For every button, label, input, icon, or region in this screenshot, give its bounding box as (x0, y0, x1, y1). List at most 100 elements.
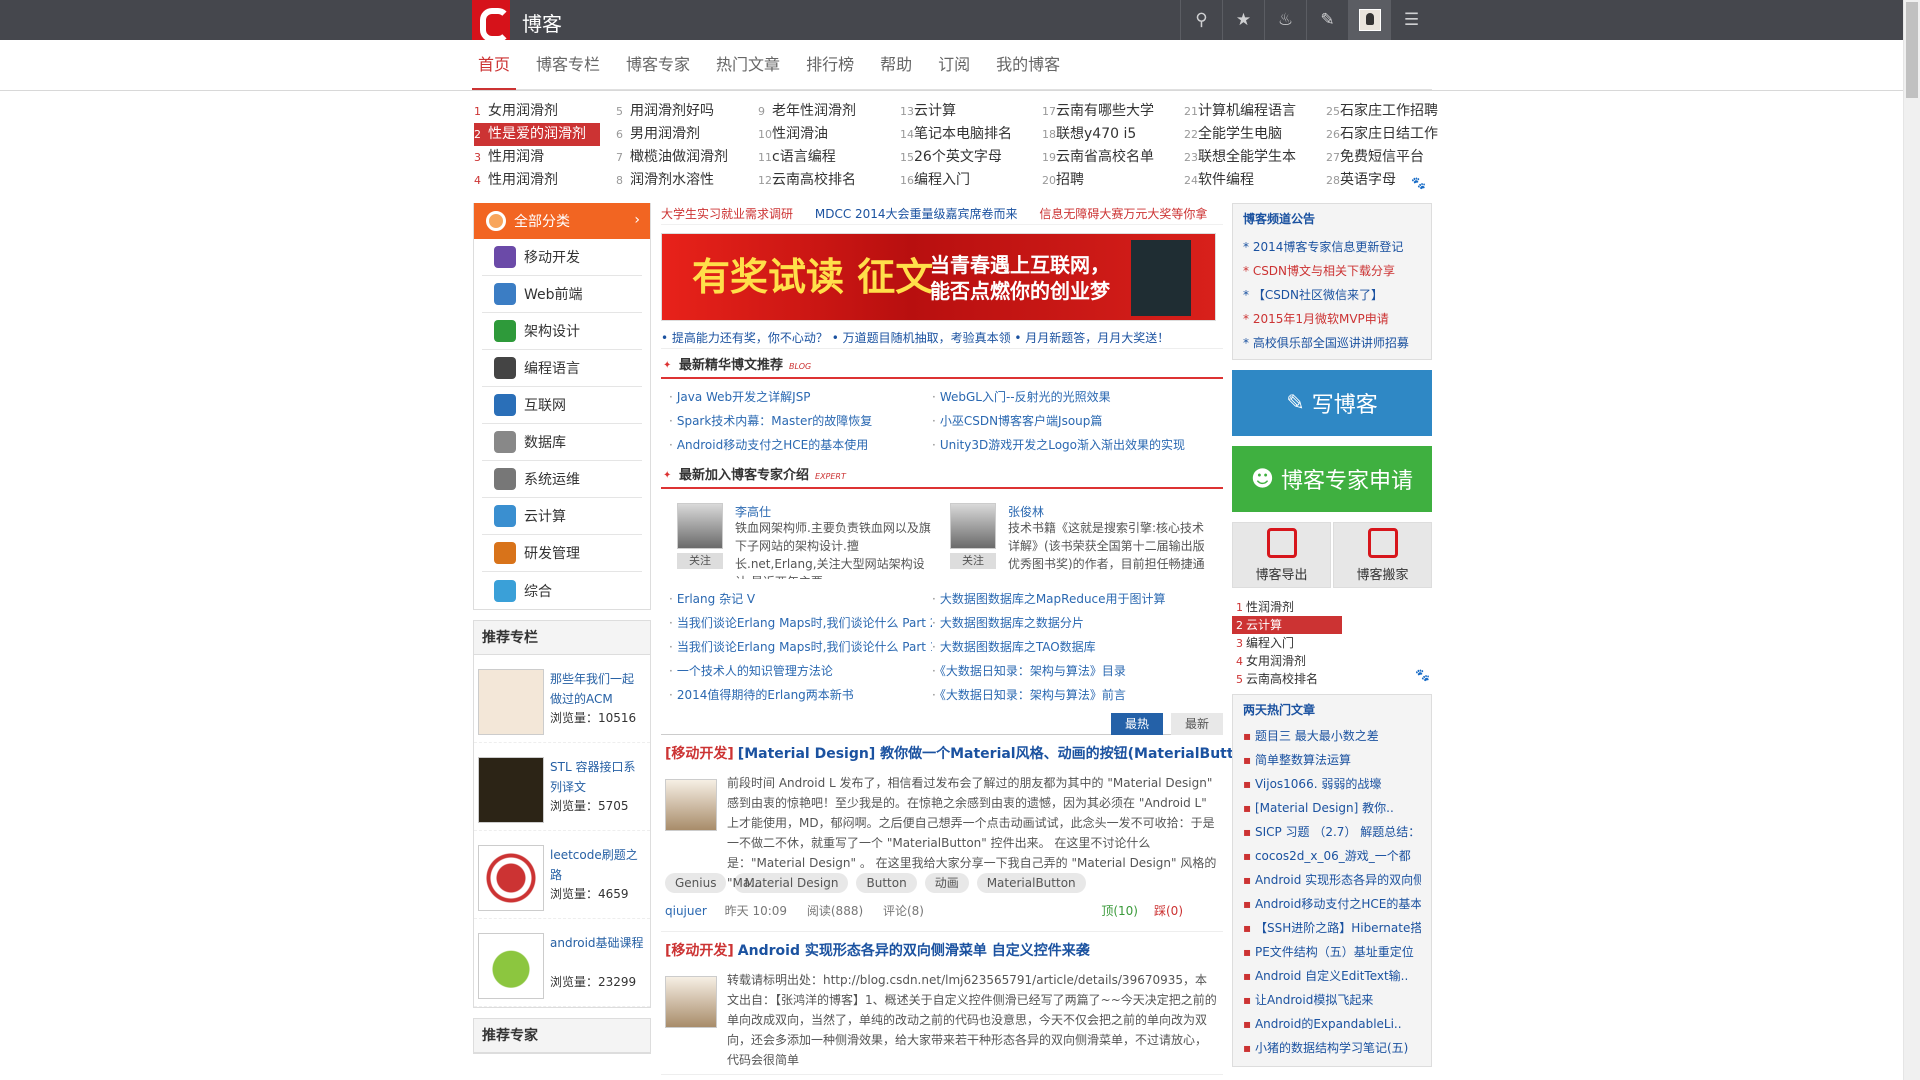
hot-article-link[interactable]: 简单整数算法运算 (1243, 748, 1421, 772)
downvote-button[interactable]: 踩(0) (1154, 904, 1183, 918)
rank-item[interactable]: 2 云计算 (1232, 616, 1342, 634)
hotword-text[interactable]: 石家庄工作招聘 (1340, 103, 1438, 119)
category-item[interactable]: 移动开发 (482, 239, 642, 276)
hotword-item[interactable]: 12云南高校排名 (758, 169, 896, 192)
promo-banner[interactable]: 有奖试读 征文 当青春遇上互联网， 能否点燃你的创业梦 (661, 233, 1216, 321)
expert-name[interactable]: 张俊林 (1008, 503, 1044, 520)
site-title[interactable]: 博客 (522, 8, 562, 37)
follow-button[interactable]: 关注 (677, 553, 723, 569)
hotword-item[interactable]: 9 老年性润滑剂 (758, 100, 896, 123)
expert-photo[interactable] (677, 503, 723, 549)
hotword-item[interactable]: 16编程入门 (900, 169, 1038, 192)
promo-tagline[interactable]: • 提高能力还有奖，你不心动？ • 万道题目随机抽取，考验真本领 • 月月新题答… (661, 327, 1223, 349)
rank-item[interactable]: 3 编程入门 (1232, 634, 1432, 652)
hotword-item[interactable]: 19云南省高校名单 (1042, 146, 1180, 169)
expert-article-link[interactable]: Erlang 杂记 V (669, 587, 932, 611)
post-title-text[interactable]: [Material Design] 教你做一个Material风格、动画的按钮(… (738, 746, 1260, 762)
post-reads[interactable]: 阅读(888) (807, 904, 863, 918)
hot-article-link[interactable]: Android 自定义EditText输.. (1243, 964, 1421, 988)
category-item[interactable]: 数据库 (482, 424, 642, 461)
post-title[interactable]: [移动开发] [Material Design] 教你做一个Material风格、… (665, 743, 1260, 763)
category-item[interactable]: 系统运维 (482, 461, 642, 498)
hot-article-link[interactable]: Android 实现形态各异的双向侧 (1243, 868, 1421, 892)
post-category[interactable]: [移动开发] (665, 746, 734, 762)
menu-icon[interactable]: ☰ (1390, 0, 1432, 40)
notice-item[interactable]: * 高校俱乐部全国巡讲讲师招募 (1243, 331, 1421, 355)
hotword-item[interactable]: 27免费短信平台 (1326, 146, 1464, 169)
hotword-item[interactable]: 20招聘 (1042, 169, 1180, 192)
rank-text[interactable]: 女用润滑剂 (1246, 654, 1306, 668)
category-item[interactable]: 综合 (482, 572, 642, 609)
promo-link[interactable]: 信息无障碍大赛万元大奖等你拿 (1039, 207, 1207, 221)
hotword-text[interactable]: 橄榄油做润滑剂 (630, 149, 728, 165)
hotword-text[interactable]: 性用润滑剂 (488, 172, 558, 188)
notice-item[interactable]: * CSDN博文与相关下载分享 (1243, 259, 1421, 283)
csdn-logo[interactable] (472, 0, 510, 42)
category-item[interactable]: 云计算 (482, 498, 642, 535)
post-category[interactable]: [移动开发] (665, 943, 734, 959)
featured-article-link[interactable]: 小巫CSDN博客客户端Jsoup篇 (932, 409, 1195, 433)
hotword-text[interactable]: 软件编程 (1198, 172, 1254, 188)
hotword-text[interactable]: 云南有哪些大学 (1056, 103, 1154, 119)
nav-subscribe[interactable]: 订阅 (932, 40, 976, 90)
apply-expert-button[interactable]: ☻ 博客专家申请 (1232, 446, 1432, 512)
hotword-text[interactable]: 性用润滑 (488, 149, 544, 165)
nav-ranking[interactable]: 排行榜 (800, 40, 860, 90)
featured-article-link[interactable]: Spark技术内幕：Master的故障恢复 (669, 409, 932, 433)
featured-article-link[interactable]: Java Web开发之详解JSP (669, 385, 932, 409)
author-avatar[interactable] (665, 779, 717, 831)
hot-article-link[interactable]: SICP 习题 （2.7） 解题总结：.. (1243, 820, 1421, 844)
nav-help[interactable]: 帮助 (874, 40, 918, 90)
column-thumbnail[interactable] (478, 757, 544, 823)
category-item[interactable]: 架构设计 (482, 313, 642, 350)
nav-home[interactable]: 首页 (472, 40, 517, 90)
post-author[interactable]: qiujuer (665, 904, 707, 918)
column-title[interactable]: 那些年我们一起做过的ACM (550, 669, 645, 709)
category-item[interactable]: 研发管理 (482, 535, 642, 572)
user-avatar-button[interactable] (1348, 0, 1390, 40)
follow-button[interactable]: 关注 (950, 553, 996, 569)
hotword-text[interactable]: 联想全能学生本 (1198, 149, 1296, 165)
expert-article-link[interactable]: 当我们谈论Erlang Maps时,我们谈论什么 Part 2 (669, 611, 932, 635)
notice-item[interactable]: * 2014博客专家信息更新登记 (1243, 235, 1421, 259)
expert-photo[interactable] (950, 503, 996, 549)
hotword-item[interactable]: 25石家庄工作招聘 (1326, 100, 1464, 123)
post-title[interactable]: [移动开发] Android 实现形态各异的双向侧滑菜单 自定义控件来袭 (665, 940, 1219, 960)
page-scrollbar[interactable] (1903, 0, 1920, 1080)
promo-link[interactable]: MDCC 2014大会重量级嘉宾席卷而来 (815, 207, 1018, 221)
write-blog-button[interactable]: ✎ 写博客 (1232, 370, 1432, 436)
hotword-text[interactable]: 编程入门 (914, 172, 970, 188)
hotword-item[interactable]: 7 橄榄油做润滑剂 (616, 146, 754, 169)
hotword-item[interactable]: 1526个英文字母 (900, 146, 1038, 169)
hotword-text[interactable]: 免费短信平台 (1340, 149, 1424, 165)
hotword-text[interactable]: 石家庄日结工作 (1340, 126, 1438, 142)
paw-icon[interactable]: 🐾 (1411, 176, 1426, 190)
hotword-item[interactable]: 1 女用润滑剂 (474, 100, 612, 123)
post-title-text[interactable]: Android 实现形态各异的双向侧滑菜单 自定义控件来袭 (738, 943, 1090, 959)
hotword-item[interactable]: 23联想全能学生本 (1184, 146, 1322, 169)
notice-item[interactable]: * 【CSDN社区微信来了】 (1243, 283, 1421, 307)
hot-article-link[interactable]: Vijos1066. 弱弱的战壕 (1243, 772, 1421, 796)
hotword-text[interactable]: 招聘 (1056, 172, 1084, 188)
column-item[interactable]: STL 容器接口系列译文 浏览量：5705 (474, 743, 650, 831)
hotword-item[interactable]: 22全能学生电脑 (1184, 123, 1322, 146)
column-item[interactable]: android基础课程 浏览量：23299 (474, 919, 650, 1007)
hot-article-link[interactable]: [Material Design] 教你.. (1243, 796, 1421, 820)
hotword-text[interactable]: 老年性润滑剂 (772, 103, 856, 119)
hotword-text[interactable]: 润滑剂水溶性 (630, 172, 714, 188)
tab-hottest[interactable]: 最热 (1110, 713, 1163, 735)
promo-link[interactable]: 大学生实习就业需求调研 (661, 207, 793, 221)
column-thumbnail[interactable] (478, 669, 544, 735)
hotword-item[interactable]: 17云南有哪些大学 (1042, 100, 1180, 123)
column-thumbnail[interactable] (478, 933, 544, 999)
edit-icon[interactable]: ✎ (1306, 0, 1348, 40)
rank-item[interactable]: 1 性润滑剂 (1232, 598, 1432, 616)
hotword-text[interactable]: 联想y470 i5 (1056, 126, 1136, 142)
expert-article-link[interactable]: 大数据图数据库之TAO数据库 (932, 635, 1195, 659)
expert-article-link[interactable]: 《大数据日知录：架构与算法》目录 (932, 659, 1195, 683)
expert-article-link[interactable]: 2014值得期待的Erlang两本新书 (669, 683, 932, 707)
paw-icon[interactable]: 🐾 (1415, 668, 1430, 682)
column-item[interactable]: leetcode刷题之路 浏览量：4659 (474, 831, 650, 919)
hot-article-link[interactable]: PE文件结构（五）基址重定位 (1243, 940, 1421, 964)
hotword-text[interactable]: 26个英文字母 (914, 149, 1002, 165)
